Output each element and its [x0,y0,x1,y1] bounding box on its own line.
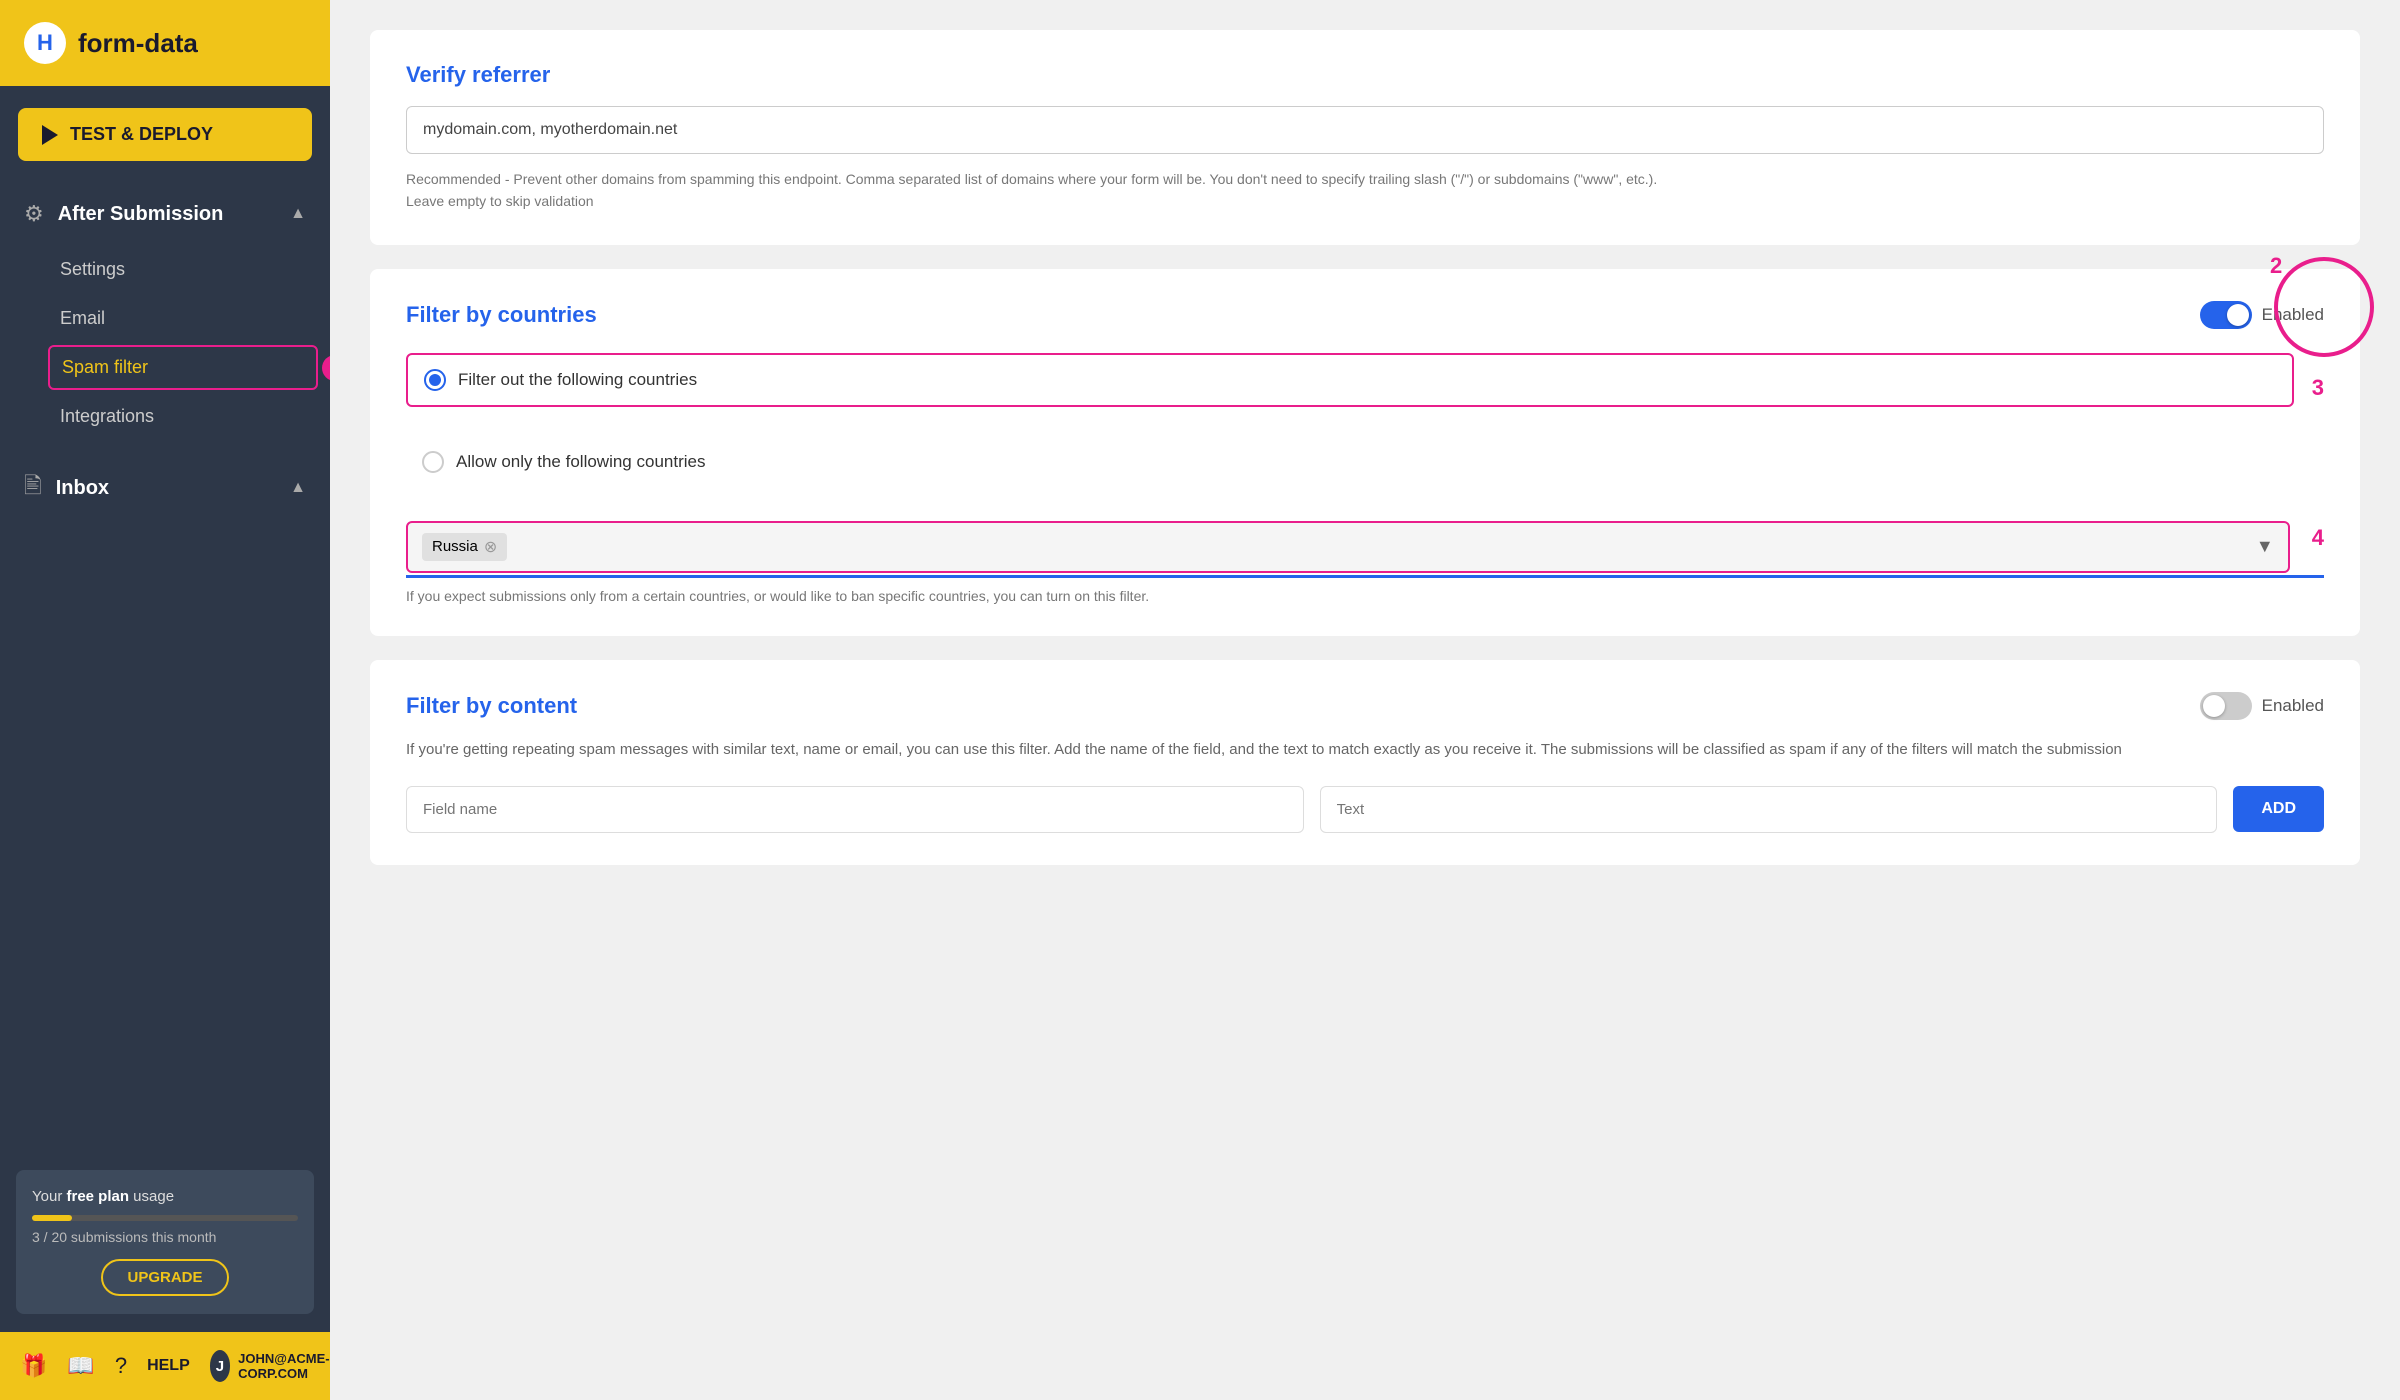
sidebar-item-spam-filter[interactable]: Spam filter [48,345,318,390]
content-filter-desc: If you're getting repeating spam message… [406,738,2324,762]
sidebar-item-settings[interactable]: Settings [0,245,330,294]
countries-hint: If you expect submissions only from a ce… [406,588,2324,604]
russia-tag: Russia ⊗ [422,533,507,561]
text-input[interactable] [1320,786,2218,833]
filter-content-header: Filter by content Enabled [406,692,2324,720]
annotation-number-4: 4 [2312,525,2324,551]
inbox-group[interactable]: 🖹 Inbox ▲ [0,451,330,525]
plan-count: 3 / 20 submissions this month [32,1229,298,1245]
filter-countries-title: Filter by countries [406,302,597,328]
help-icon[interactable]: ? [115,1353,127,1379]
plan-progress-fill [32,1215,72,1221]
radio-option1-wrapper: Filter out the following countries 3 [406,353,2324,423]
content-toggle[interactable] [2200,692,2252,720]
radio-circle-2 [422,451,444,473]
sidebar-logo: H form-data [0,0,330,86]
content-toggle-knob [2203,695,2225,717]
sidebar-item-email[interactable]: Email [0,294,330,343]
logo-icon: H [24,22,66,64]
annotation-number-3: 3 [2312,375,2324,401]
toggle-knob [2227,304,2249,326]
countries-toggle[interactable] [2200,301,2252,329]
plan-text: Your free plan usage [32,1188,298,1205]
user-avatar: J [210,1350,230,1382]
play-icon [42,125,58,145]
radio-label-1: Filter out the following countries [458,370,697,390]
book-icon[interactable]: 📖 [67,1353,94,1379]
filter-content-title: Filter by content [406,693,577,719]
chevron-up-icon: ▲ [290,205,306,223]
filter-countries-header: Filter by countries 2 Enabled [406,301,2324,329]
sidebar: H form-data TEST & DEPLOY ⚙ After Submis… [0,0,330,1400]
annotation-number-2: 2 [2270,253,2282,279]
countries-toggle-label: Enabled [2262,305,2324,325]
upgrade-button[interactable]: UPGRADE [101,1259,228,1296]
content-toggle-container: Enabled [2200,692,2324,720]
gift-icon[interactable]: 🎁 [20,1353,47,1379]
nav-section: ⚙ After Submission ▲ Settings Email Spam… [0,183,330,1152]
radio-circle-1 [424,369,446,391]
filter-countries-card: Filter by countries 2 Enabled Filter out… [370,269,2360,636]
dropdown-arrow-icon[interactable]: ▼ [2256,536,2274,557]
help-label: HELP [147,1357,190,1375]
user-email: JOHN@ACME-CORP.COM [238,1351,341,1381]
countries-row: Russia ⊗ ▼ 4 [406,503,2324,573]
referrer-hint: Recommended - Prevent other domains from… [406,168,2324,213]
logo-text: form-data [78,28,198,59]
content-toggle-label: Enabled [2262,696,2324,716]
after-submission-group[interactable]: ⚙ After Submission ▲ [0,183,330,245]
plan-box: Your free plan usage 3 / 20 submissions … [16,1170,314,1314]
verify-referrer-card: Verify referrer Recommended - Prevent ot… [370,30,2360,245]
field-name-input[interactable] [406,786,1304,833]
inbox-icon: 🖹 [24,469,42,507]
filter-content-card: Filter by content Enabled If you're gett… [370,660,2360,865]
deploy-button[interactable]: TEST & DEPLOY [18,108,312,161]
chevron-down-icon: ▲ [290,479,306,497]
country-name: Russia [432,538,478,555]
plan-progress-bar [32,1215,298,1221]
radio-label-2: Allow only the following countries [456,452,705,472]
radio-filter-out[interactable]: Filter out the following countries [406,353,2294,407]
main-content: Verify referrer Recommended - Prevent ot… [330,0,2400,1400]
gear-icon: ⚙ [24,201,44,227]
radio-allow-only[interactable]: Allow only the following countries [406,437,2324,487]
dropdown-underline [406,575,2324,578]
countries-wrapper: Russia ⊗ ▼ 4 [406,503,2324,578]
verify-referrer-title: Verify referrer [406,62,2324,88]
field-row: ADD [406,786,2324,833]
remove-tag-icon[interactable]: ⊗ [484,537,497,557]
sidebar-item-integrations[interactable]: Integrations [0,392,330,441]
add-button[interactable]: ADD [2233,786,2324,832]
sidebar-footer: 🎁 📖 ? HELP J JOHN@ACME-CORP.COM ▼ [0,1332,330,1400]
referrer-input[interactable] [406,106,2324,154]
countries-dropdown[interactable]: Russia ⊗ ▼ [406,521,2290,573]
after-submission-items: Settings Email Spam filter Integrations [0,245,330,441]
toggle-container: 2 Enabled [2200,301,2324,329]
